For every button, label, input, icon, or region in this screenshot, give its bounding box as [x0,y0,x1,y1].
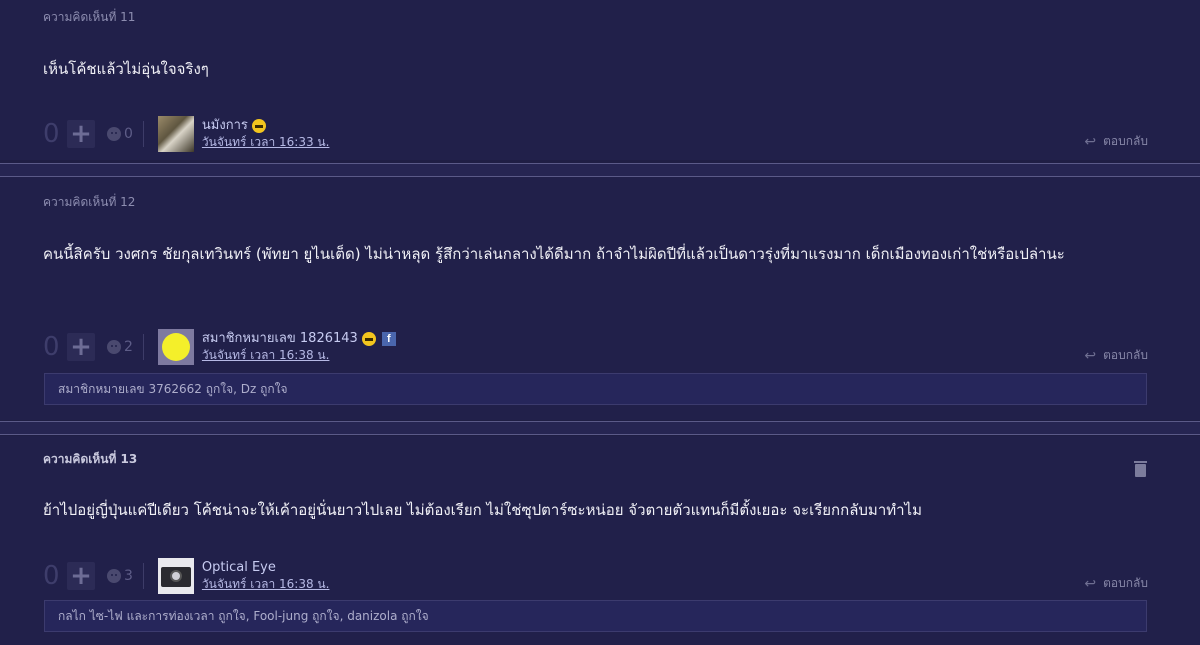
emotion-button[interactable]: 0 [107,126,133,142]
username-link[interactable]: Optical Eye [202,559,276,576]
comment-separator [0,421,1200,435]
timestamp-link[interactable]: วันจันทร์ เวลา 16:38 น. [202,347,396,364]
reply-icon: ↩ [1084,347,1097,364]
username-link[interactable]: สมาชิกหมายเลข 1826143 [202,330,358,347]
reply-button[interactable]: ↩ ตอบกลับ [1084,346,1148,365]
reply-button[interactable]: ↩ ตอบกลับ [1084,132,1148,151]
camera-lens [169,570,182,582]
divider [142,563,144,589]
comment-11: ความคิดเห็นที่ 11 เห็นโค้ชแล้วไม่อุ่นใจจ… [0,0,1200,160]
reply-button[interactable]: ↩ ตอบกลับ [1084,574,1148,593]
username-link[interactable]: นมังการ [202,117,248,134]
emotion-icon [107,127,121,141]
timestamp-link[interactable]: วันจันทร์ เวลา 16:33 น. [202,134,330,151]
emotion-button[interactable]: 2 [107,339,133,355]
likes-box: สมาชิกหมายเลข 3762662 ถูกใจ, Dz ถูกใจ [44,373,1147,405]
user-info: นมังการ วันจันทร์ เวลา 16:33 น. [202,117,330,151]
emotion-button[interactable]: 3 [107,568,133,584]
reply-icon: ↩ [1084,575,1097,592]
vote-count: 0 [43,332,60,362]
username-row: สมาชิกหมายเลข 1826143 f [202,330,396,347]
avatar[interactable] [157,558,194,594]
emotion-icon [107,569,121,583]
comment-separator [0,163,1200,177]
emotion-icon [107,340,121,354]
username-row: นมังการ [202,117,330,134]
vote-row: 0 + 0 นมังการ วันจันทร์ เวลา 16:33 น. [43,116,329,152]
emoticon-badge-icon [251,118,266,133]
timestamp-link[interactable]: วันจันทร์ เวลา 16:38 น. [202,576,330,593]
smiley-face-icon [161,333,190,361]
vote-count: 0 [43,119,60,149]
comment-13: ความคิดเห็นที่ 13 ย้าไปอยู่ญี่ปุ่นแค่ปีเ… [0,436,1200,645]
plus-button[interactable]: + [67,120,95,148]
avatar[interactable] [157,116,194,152]
emotion-count: 2 [124,339,133,355]
reply-icon: ↩ [1084,133,1097,150]
comment-number: ความคิดเห็นที่ 12 [43,195,136,209]
comment-12: ความคิดเห็นที่ 12 คนนี้สิครับ วงศกร ชัยก… [0,177,1200,420]
reply-label: ตอบกลับ [1103,348,1148,362]
username-row: Optical Eye [202,559,330,576]
comment-text: เห็นโค้ชแล้วไม่อุ่นใจจริงๆ [43,60,209,78]
likes-box: กลไก ไซ-ไฟ และการท่องเวลา ถูกใจ, Fool-ju… [44,600,1147,632]
plus-button[interactable]: + [67,562,95,590]
divider [142,121,144,147]
emotion-count: 3 [124,568,133,584]
trash-icon[interactable] [1134,461,1147,477]
vote-count: 0 [43,561,60,591]
comment-number: ความคิดเห็นที่ 13 [43,452,138,466]
plus-button[interactable]: + [67,333,95,361]
comment-number: ความคิดเห็นที่ 11 [43,10,136,24]
vote-row: 0 + 2 สมาชิกหมายเลข 1826143 f วันจันทร์ … [43,329,396,365]
avatar[interactable] [157,329,194,365]
emotion-count: 0 [124,126,133,142]
divider [142,334,144,360]
reply-label: ตอบกลับ [1103,134,1148,148]
user-info: Optical Eye วันจันทร์ เวลา 16:38 น. [202,559,330,593]
comment-text: คนนี้สิครับ วงศกร ชัยกุลเทวินทร์ (พัทยา … [43,245,1065,263]
emoticon-badge-icon [361,331,376,346]
vote-row: 0 + 3 Optical Eye วันจันทร์ เวลา 16:38 น… [43,558,329,594]
reply-label: ตอบกลับ [1103,576,1148,590]
facebook-icon: f [381,331,396,346]
user-info: สมาชิกหมายเลข 1826143 f วันจันทร์ เวลา 1… [202,330,396,364]
comment-text: ย้าไปอยู่ญี่ปุ่นแค่ปีเดียว โค้ชน่าจะให้เ… [43,501,922,519]
